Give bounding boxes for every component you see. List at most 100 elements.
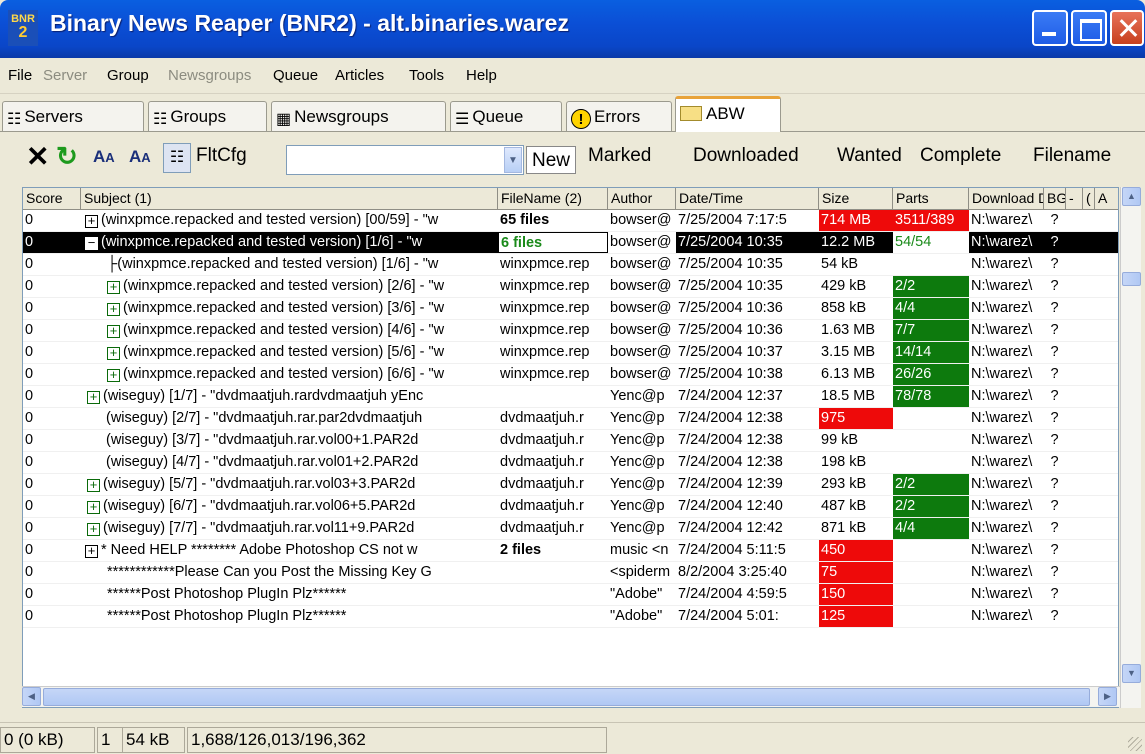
table-row[interactable]: 0 ******Post Photoshop PlugIn Plz****** "A… [23,606,1118,628]
refresh-icon[interactable]: ↻ [56,141,78,172]
horizontal-scrollbar[interactable]: ◀ ▶ [22,686,1120,707]
filter-wanted[interactable]: Wanted [837,145,902,167]
table-row[interactable]: 0 + (winxpmce.repacked and tested version)… [23,276,1118,298]
font-decrease-icon[interactable]: AA [129,147,151,167]
filter-downloaded[interactable]: Downloaded [693,145,799,167]
col-extra2[interactable]: ( [1083,188,1095,210]
expand-icon[interactable]: + [87,478,100,492]
col-extra3[interactable]: A [1095,188,1118,210]
subject-text: * Need HELP ******** Adobe Photoshop CS … [101,542,418,558]
expand-icon[interactable]: + [107,368,120,382]
table-row[interactable]: 0 + (winxpmce.repacked and tested version)… [23,364,1118,386]
menu-server[interactable]: Server [43,67,87,84]
filter-marked[interactable]: Marked [588,145,651,167]
font-increase-icon[interactable]: AA [93,147,115,167]
minimize-button[interactable] [1032,10,1068,46]
cell-size: 125 [819,606,893,627]
tab-abw[interactable]: ABW [675,96,781,132]
table-row[interactable]: 0 + * Need HELP ******** Adobe Photoshop C… [23,540,1118,562]
article-grid[interactable]: Score Subject (1) FileName (2) Author Da… [22,187,1119,708]
table-row[interactable]: 0 + (wiseguy) [6/7] - "dvdmaatjuh.rar.vol0… [23,496,1118,518]
col-parts[interactable]: Parts [893,188,969,210]
col-score[interactable]: Score [23,188,81,210]
cell-author: bowser@ [610,212,672,228]
col-download-dir[interactable]: Download D [969,188,1044,210]
col-author[interactable]: Author [608,188,676,210]
status-bar: 0 (0 kB) 1 54 kB 1,688/126,013/196,362 [0,722,1145,754]
vertical-scroll-thumb[interactable] [1122,272,1141,286]
expand-icon[interactable]: + [107,280,120,294]
table-row[interactable]: 0 ******Post Photoshop PlugIn Plz****** "A… [23,584,1118,606]
tab-groups[interactable]: ☷ Groups [148,101,267,131]
resize-grip-icon[interactable] [1128,737,1142,751]
filter-complete[interactable]: Complete [920,145,1001,167]
chevron-down-icon[interactable]: ▼ [504,147,522,173]
menu-tools[interactable]: Tools [409,67,444,84]
vertical-scrollbar[interactable]: ▲ ▼ [1120,187,1141,708]
scroll-right-icon[interactable]: ▶ [1098,687,1117,706]
delete-icon[interactable]: ✕ [26,143,49,171]
table-row[interactable]: 0 (wiseguy) [4/7] - "dvdmaatjuh.rar.vol01… [23,452,1118,474]
table-row[interactable]: 0 ├(winxpmce.repacked and tested version)… [23,254,1118,276]
table-row[interactable]: 0 + (winxpmce.repacked and tested version)… [23,320,1118,342]
app-icon[interactable]: BNR 2 [8,10,38,46]
scroll-up-icon[interactable]: ▲ [1122,187,1141,206]
menu-newsgroups[interactable]: Newsgroups [168,67,251,84]
menu-group[interactable]: Group [107,67,149,84]
col-extra1[interactable]: - [1066,188,1083,210]
tab-queue[interactable]: ☰ Queue [450,101,562,131]
table-row[interactable]: 0 − (winxpmce.repacked and tested version)… [23,232,1118,254]
table-row[interactable]: 0 + (wiseguy) [7/7] - "dvdmaatjuh.rar.vol1… [23,518,1118,540]
table-row[interactable]: 0 + (winxpmce.repacked and tested version)… [23,298,1118,320]
maximize-button[interactable] [1071,10,1107,46]
cell-bg: ? [1050,410,1059,426]
table-row[interactable]: 0 + (wiseguy) [1/7] - "dvdmaatjuh.rardvdma… [23,386,1118,408]
expand-icon[interactable]: + [87,390,100,404]
cell-date: 7/24/2004 12:39 [678,476,783,492]
col-size[interactable]: Size [819,188,893,210]
table-row[interactable]: 0 (wiseguy) [2/7] - "dvdmaatjuh.rar.par2d… [23,408,1118,430]
filter-config-label: FltCfg [196,145,247,166]
horizontal-scroll-thumb[interactable] [43,688,1090,706]
table-row[interactable]: 0 (wiseguy) [3/7] - "dvdmaatjuh.rar.vol00… [23,430,1118,452]
menu-file[interactable]: File [8,67,32,84]
col-bg[interactable]: BG [1044,188,1066,210]
filter-filename[interactable]: Filename [1033,145,1111,167]
tab-servers[interactable]: ☷ Servers [2,101,144,131]
filter-config-icon[interactable]: ☷ [163,143,191,173]
menu-help[interactable]: Help [466,67,497,84]
cell-parts [893,606,969,627]
collapse-icon[interactable]: − [85,236,98,250]
expand-icon[interactable]: + [107,302,120,316]
expand-icon[interactable]: + [107,324,120,338]
col-datetime[interactable]: Date/Time [676,188,819,210]
title-bar[interactable]: BNR 2 Binary News Reaper (BNR2) - alt.bi… [0,0,1145,58]
subject-text: (wiseguy) [2/7] - "dvdmaatjuh.rar.par2dv… [106,410,423,426]
cell-score: 0 [25,542,34,558]
close-button[interactable] [1110,10,1144,46]
col-filename[interactable]: FileName (2) [498,188,608,210]
cell-dl: N:\warez\ [971,212,1033,228]
new-filter-button[interactable]: New [526,146,577,174]
filter-combobox[interactable]: ▼ [286,145,524,175]
menu-queue[interactable]: Queue [273,67,318,84]
expand-icon[interactable]: + [85,544,98,558]
table-row[interactable]: 0 ************Please Can you Post the Mis… [23,562,1118,584]
tab-newsgroups[interactable]: ▦ Newsgroups [271,101,446,131]
tab-divider [0,131,1145,132]
menu-articles[interactable]: Articles [335,67,384,84]
expand-icon[interactable]: + [107,346,120,360]
table-row[interactable]: 0 + (wiseguy) [5/7] - "dvdmaatjuh.rar.vol0… [23,474,1118,496]
expand-icon[interactable]: + [85,214,98,228]
col-subject[interactable]: Subject (1) [81,188,498,210]
table-row[interactable]: 0 + (winxpmce.repacked and tested version)… [23,342,1118,364]
expand-icon[interactable]: + [87,500,100,514]
cell-score: 0 [25,344,34,360]
scroll-down-icon[interactable]: ▼ [1122,664,1141,683]
table-row[interactable]: 0 + (winxpmce.repacked and tested version)… [23,210,1118,232]
expand-icon[interactable]: + [87,522,100,536]
tab-errors[interactable]: ! Errors [566,101,672,131]
cell-dl: N:\warez\ [971,322,1033,338]
scroll-left-icon[interactable]: ◀ [22,687,41,706]
cell-score: 0 [25,366,34,382]
